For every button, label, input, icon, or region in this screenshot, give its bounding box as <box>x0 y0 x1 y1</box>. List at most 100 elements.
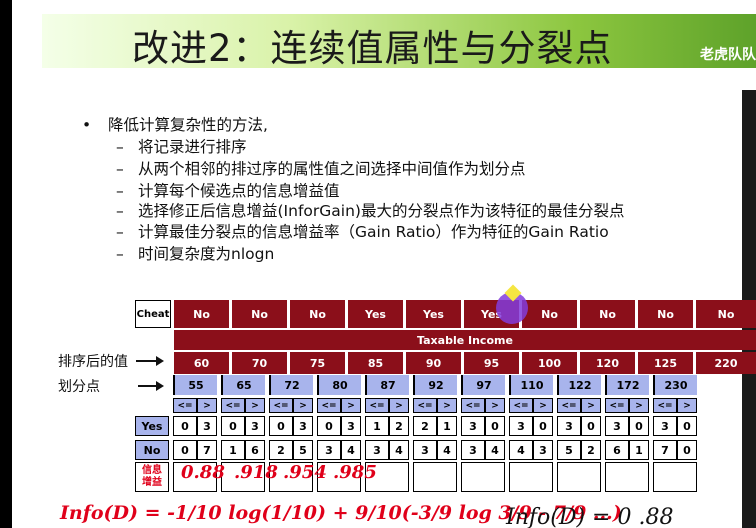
info-gain-label: 信息增益 <box>135 462 169 492</box>
le-cell: <= <box>365 398 389 413</box>
no-count-le: 3 <box>461 440 485 460</box>
sorted-value-cell: 95 <box>461 352 519 374</box>
dash-marker: – <box>116 138 124 156</box>
sorted-value-cell: 120 <box>577 352 635 374</box>
no-count-le: 7 <box>653 440 677 460</box>
sub-bullet-text: 将记录进行排序 <box>138 138 247 156</box>
cheat-label-cell: Cheat <box>135 300 171 328</box>
gt-cell: > <box>437 398 457 413</box>
yes-count-gt: 0 <box>485 416 505 436</box>
yes-count-le: 1 <box>365 416 389 436</box>
handwritten-gain-3: .954 <box>283 462 327 483</box>
no-count-le: 3 <box>317 440 341 460</box>
sorted-values-label: 排序后的值 <box>58 354 128 370</box>
yes-count-le: 3 <box>461 416 485 436</box>
info-gain-cell <box>413 462 457 492</box>
sub-bullet-sort: – 将记录进行排序 <box>116 137 722 157</box>
yes-count-gt: 0 <box>581 416 601 436</box>
slide-title: 改进2：连续值属性与分裂点 <box>132 27 613 70</box>
yes-count-gt: 3 <box>197 416 217 436</box>
sub-bullet-gain: – 计算每个候选点的信息增益值 <box>116 181 722 201</box>
yes-count-le: 3 <box>557 416 581 436</box>
info-gain-cell <box>557 462 601 492</box>
handwritten-gain-1: 0.88 <box>181 462 225 483</box>
split-point-cell: 97 <box>461 375 505 395</box>
le-cell: <= <box>557 398 581 413</box>
title-watermark: 老虎队队 <box>700 47 756 63</box>
sub-bullet-text: 计算最佳分裂点的信息增益率（Gain Ratio）作为特征的Gain Ratio <box>138 223 609 241</box>
sub-bullet-text: 时间复杂度为nlogn <box>138 245 275 263</box>
le-cell: <= <box>461 398 485 413</box>
le-cell: <= <box>317 398 341 413</box>
sub-bullet-complexity: – 时间复杂度为nlogn <box>116 244 722 264</box>
handwritten-gain-4: .985 <box>333 462 377 483</box>
split-point-cell: 172 <box>605 375 649 395</box>
no-count-gt: 1 <box>629 440 649 460</box>
no-count-gt: 4 <box>437 440 457 460</box>
yes-count-le: 3 <box>605 416 629 436</box>
no-count-gt: 4 <box>389 440 409 460</box>
sorted-value-cell: 90 <box>403 352 461 374</box>
bullet-list: 降低计算复杂性的方法, – 将记录进行排序 – 从两个相邻的排过序的属性值之间选… <box>82 115 722 264</box>
cheat-value-cell: No <box>577 300 635 328</box>
sub-bullet-text: 计算每个候选点的信息增益值 <box>138 182 340 200</box>
no-count-gt: 2 <box>581 440 601 460</box>
gt-cell: > <box>485 398 505 413</box>
le-cell: <= <box>269 398 293 413</box>
info-gain-cell <box>461 462 505 492</box>
le-cell: <= <box>173 398 197 413</box>
info-gain-cell <box>653 462 697 492</box>
yes-count-le: 0 <box>317 416 341 436</box>
sub-bullet-list: – 将记录进行排序 – 从两个相邻的排过序的属性值之间选择中间值作为划分点 – … <box>116 137 722 264</box>
title-banner: 改进2：连续值属性与分裂点 老虎队队 <box>42 14 756 70</box>
yes-count-gt: 1 <box>437 416 457 436</box>
sorted-value-cell: 75 <box>287 352 345 374</box>
sub-bullet-midpoint: – 从两个相邻的排过序的属性值之间选择中间值作为划分点 <box>116 159 722 179</box>
cheat-value-cell: No <box>635 300 693 328</box>
yes-count-le: 0 <box>173 416 197 436</box>
yes-row-label: Yes <box>135 416 169 436</box>
yes-count-le: 3 <box>509 416 533 436</box>
split-point-cell: 230 <box>653 375 697 395</box>
no-count-gt: 6 <box>245 440 265 460</box>
le-cell: <= <box>605 398 629 413</box>
dash-marker: – <box>116 182 124 200</box>
yes-count-gt: 0 <box>629 416 649 436</box>
split-point-cell: 110 <box>509 375 553 395</box>
no-count-le: 2 <box>269 440 293 460</box>
sub-bullet-text: 从两个相邻的排过序的属性值之间选择中间值作为划分点 <box>138 160 526 178</box>
cheat-value-cell: No <box>171 300 229 328</box>
yes-count-gt: 3 <box>341 416 361 436</box>
info-gain-cell <box>509 462 553 492</box>
handwritten-gain-2: .918 <box>234 462 278 483</box>
yes-count-gt: 3 <box>245 416 265 436</box>
sorted-value-cell: 70 <box>229 352 287 374</box>
dash-marker: – <box>116 202 124 220</box>
le-cell: <= <box>221 398 245 413</box>
no-count-le: 5 <box>557 440 581 460</box>
split-point-cell: 122 <box>557 375 601 395</box>
cheat-value-cell: No <box>229 300 287 328</box>
no-row-label: No <box>135 440 169 460</box>
split-point-cell: 92 <box>413 375 457 395</box>
sorted-value-cell: 60 <box>171 352 229 374</box>
no-count-le: 6 <box>605 440 629 460</box>
no-count-le: 4 <box>509 440 533 460</box>
split-point-cell: 87 <box>365 375 409 395</box>
info-gain-cell <box>605 462 649 492</box>
taxable-income-header: Taxable Income <box>171 330 756 350</box>
gt-cell: > <box>245 398 265 413</box>
gt-cell: > <box>677 398 697 413</box>
yes-count-le: 0 <box>269 416 293 436</box>
gt-cell: > <box>293 398 313 413</box>
no-count-gt: 3 <box>533 440 553 460</box>
gt-cell: > <box>197 398 217 413</box>
le-cell: <= <box>653 398 677 413</box>
cheat-value-cell: Yes <box>345 300 403 328</box>
cheat-value-cell: Yes <box>403 300 461 328</box>
split-point-cell: 55 <box>173 375 217 395</box>
gt-cell: > <box>629 398 649 413</box>
sorted-value-cell: 100 <box>519 352 577 374</box>
yes-count-gt: 0 <box>533 416 553 436</box>
sub-bullet-text: 选择修正后信息增益(InforGain)最大的分裂点作为该特征的最佳分裂点 <box>138 202 625 220</box>
